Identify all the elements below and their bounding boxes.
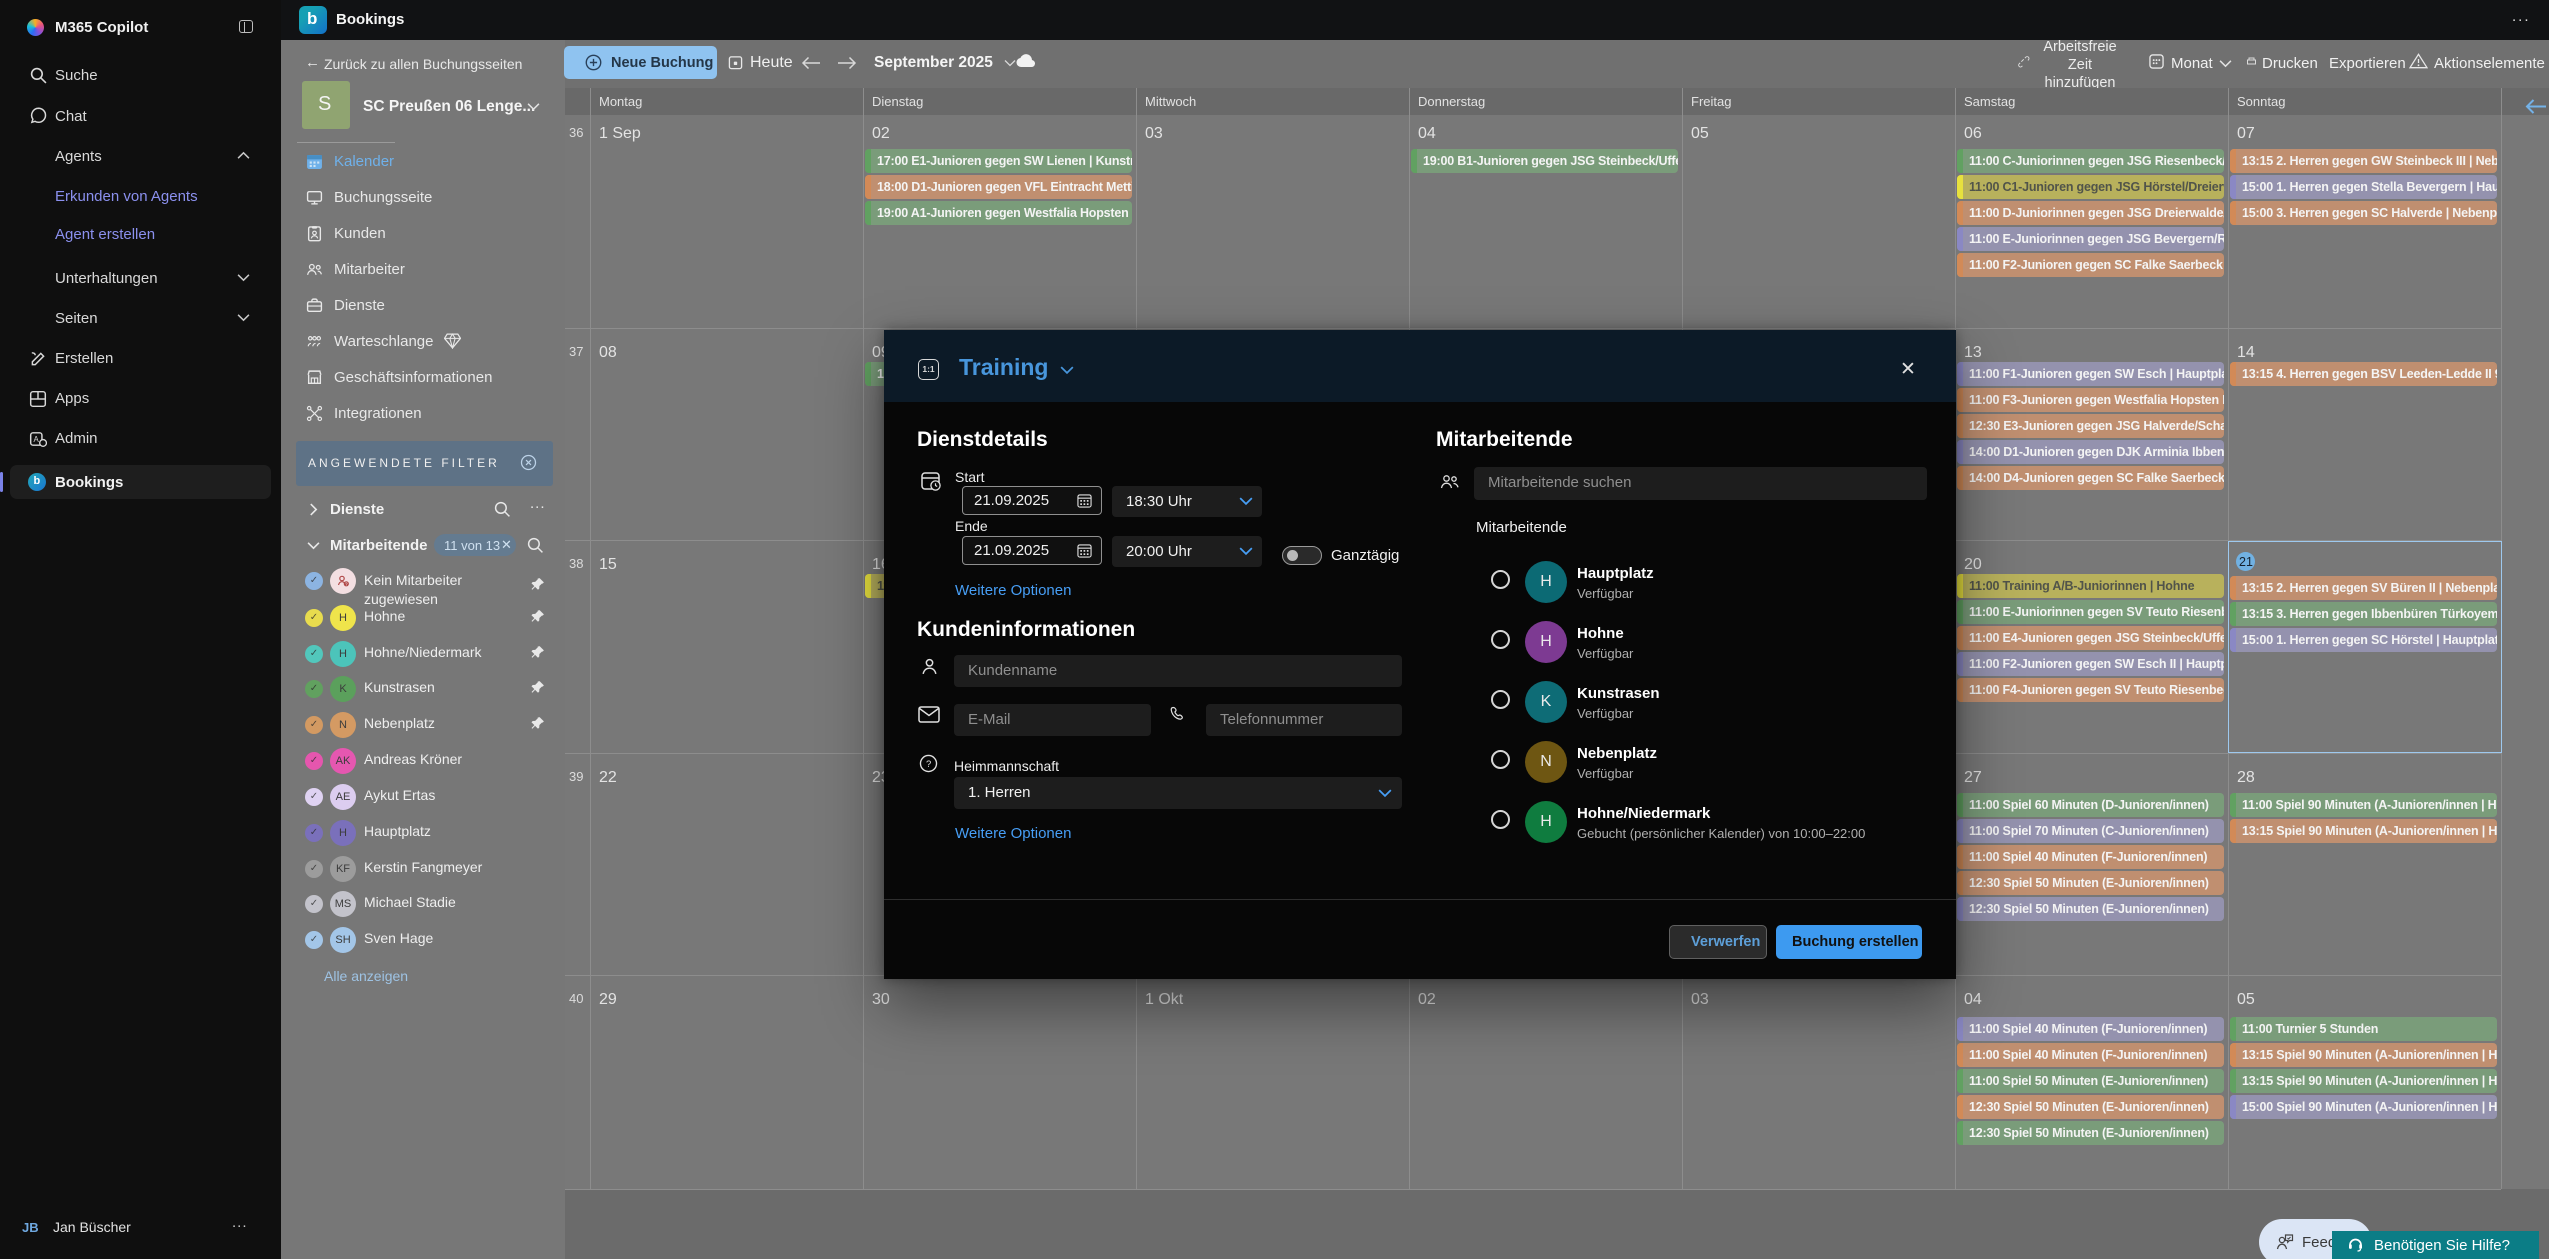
- svg-text:A: A: [34, 435, 40, 444]
- svg-text:?: ?: [926, 759, 931, 770]
